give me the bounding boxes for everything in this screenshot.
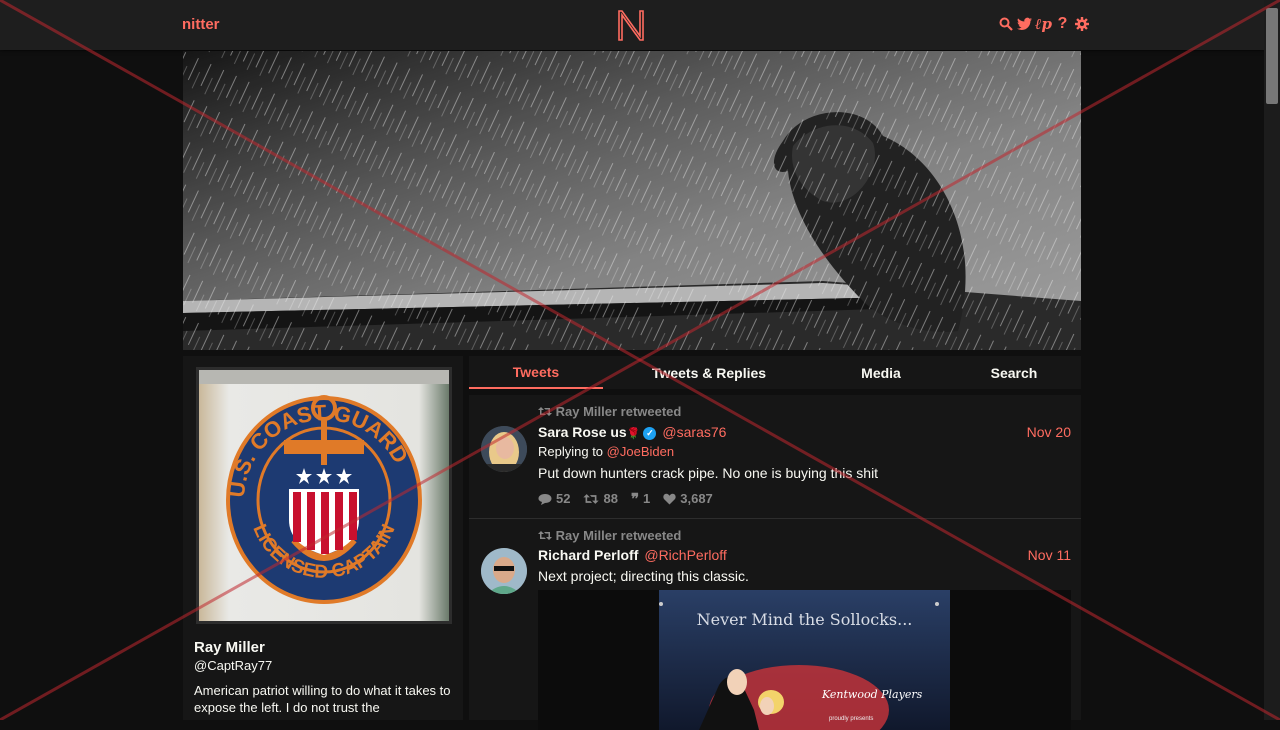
top-nav-bar: nitter ℓp ? xyxy=(0,0,1264,50)
retweet-icon xyxy=(538,531,552,540)
tab-tweets-and-replies[interactable]: Tweets & Replies xyxy=(603,356,815,389)
tab-tweets[interactable]: Tweets xyxy=(469,356,603,389)
tweet-date[interactable]: Nov 20 xyxy=(1027,424,1071,440)
page-scrollbar[interactable] xyxy=(1264,0,1280,720)
tweet-stats: 52 88 ❞ 1 3,687 xyxy=(538,491,713,506)
poster-artwork-icon xyxy=(659,602,939,730)
retweet-stat[interactable]: 88 xyxy=(583,491,618,506)
tweet-avatar[interactable] xyxy=(481,426,527,472)
tweet-username[interactable]: @saras76 xyxy=(662,424,726,440)
tweet-avatar[interactable] xyxy=(481,548,527,594)
nitter-home-link[interactable]: nitter xyxy=(182,16,220,33)
help-icon[interactable]: ? xyxy=(1055,15,1070,33)
profile-username[interactable]: @CaptRay77 xyxy=(194,658,272,673)
rss-icon[interactable]: ℓp xyxy=(1035,15,1052,33)
nav-icon-group: ℓp ? xyxy=(998,15,1089,33)
tweet-item[interactable]: Ray Miller retweeted Richard Perloff @Ric… xyxy=(469,519,1081,730)
retweet-icon xyxy=(583,493,600,504)
tab-search[interactable]: Search xyxy=(947,356,1081,389)
tweet-username[interactable]: @RichPerloff xyxy=(644,547,726,563)
replying-to-link[interactable]: @JoeBiden xyxy=(607,444,674,459)
like-stat[interactable]: 3,687 xyxy=(663,491,713,506)
scrollbar-thumb[interactable] xyxy=(1266,8,1278,104)
retweet-header-text[interactable]: Ray Miller retweeted xyxy=(556,404,682,419)
reply-count: 52 xyxy=(556,491,571,506)
timeline: Ray Miller retweeted Sara Rose us🌹 ✓ @sara… xyxy=(469,395,1081,730)
retweet-header: Ray Miller retweeted xyxy=(538,528,681,543)
nitter-logo-icon[interactable] xyxy=(616,8,646,42)
replying-label: Replying to xyxy=(538,444,604,459)
like-count: 3,687 xyxy=(680,491,713,506)
profile-banner[interactable] xyxy=(183,51,1081,350)
comment-icon xyxy=(538,493,552,505)
replying-to: Replying to @JoeBiden xyxy=(538,444,674,459)
gear-icon[interactable] xyxy=(1074,15,1089,33)
tweet-item[interactable]: Ray Miller retweeted Sara Rose us🌹 ✓ @sara… xyxy=(469,395,1081,519)
retweet-icon xyxy=(538,407,552,416)
quote-stat[interactable]: ❞ 1 xyxy=(631,491,650,506)
profile-bio: American patriot willing to do what it t… xyxy=(194,683,451,715)
tab-media[interactable]: Media xyxy=(815,356,947,389)
quote-icon: ❞ xyxy=(630,489,640,508)
tweet-text: Next project; directing this classic. xyxy=(538,568,749,584)
retweet-header: Ray Miller retweeted xyxy=(538,404,681,419)
twitter-bird-icon[interactable] xyxy=(1017,15,1032,33)
poster-logo-text: Kentwood Players xyxy=(822,688,923,701)
play-poster: Never Mind the Sollocks... Kentwood Play… xyxy=(659,590,950,730)
search-icon[interactable] xyxy=(998,15,1013,33)
profile-fullname[interactable]: Ray Miller xyxy=(194,639,265,656)
tweet-media-image[interactable]: Never Mind the Sollocks... Kentwood Play… xyxy=(538,590,1071,730)
timeline-tabs: Tweets Tweets & Replies Media Search xyxy=(469,356,1081,389)
heart-icon xyxy=(663,493,676,504)
quote-count: 1 xyxy=(643,491,651,506)
poster-subtitle: proudly presents xyxy=(829,716,874,722)
tweet-date[interactable]: Nov 11 xyxy=(1028,547,1071,563)
verified-badge-icon: ✓ xyxy=(643,427,657,440)
profile-card: U.S. COAST GUARD LICENSED CAPTAIN Ray Mi… xyxy=(183,356,463,720)
retweet-count: 88 xyxy=(603,491,618,506)
tweet-fullname[interactable]: Richard Perloff xyxy=(538,547,638,563)
tweet-author: Sara Rose us🌹 ✓ @saras76 xyxy=(538,424,726,440)
tweet-author: Richard Perloff @RichPerloff xyxy=(538,547,727,563)
retweet-header-text[interactable]: Ray Miller retweeted xyxy=(556,528,682,543)
rose-emoji-icon: 🌹 xyxy=(626,428,641,440)
reply-stat[interactable]: 52 xyxy=(538,491,570,506)
tweet-fullname[interactable]: Sara Rose us xyxy=(538,424,627,440)
profile-avatar[interactable]: U.S. COAST GUARD LICENSED CAPTAIN xyxy=(196,367,452,624)
tweet-text: Put down hunters crack pipe. No one is b… xyxy=(538,465,879,481)
